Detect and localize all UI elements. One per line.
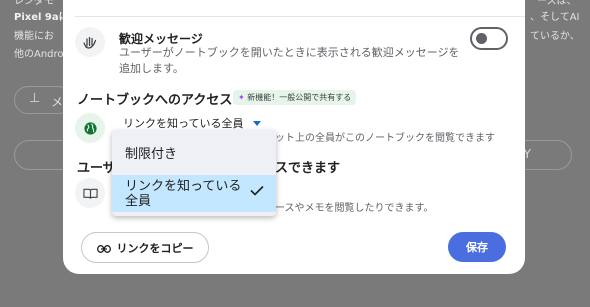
copy-link-label: リンクをコピー [116,241,194,255]
users-heading-rest: スできます [275,161,341,176]
bg-text: 他のAndro [14,49,64,60]
divider [75,16,525,17]
option-restricted[interactable]: 制限付き [112,138,276,172]
option-label: リンクを知っている全員 [125,179,242,209]
check-icon [250,185,264,200]
copy-link-button[interactable]: リンクをコピー [81,232,209,263]
globe-icon [75,113,105,143]
access-description: ット上の全員がこのノートブックを閲覧できます [275,133,495,144]
toggle-knob [476,33,487,44]
bg-text: Pixel 9aに [14,12,69,23]
users-heading: ユーザ [77,161,116,176]
welcome-description: ユーザーがノートブックを開いたときに表示される歓迎メッセージを追加します。 [119,46,460,75]
bg-text: 、そしてAI [530,12,580,23]
save-button[interactable]: 保存 [448,232,506,262]
bg-text: ースは、 [537,0,577,7]
caret-down-icon [253,120,262,126]
book-icon [75,178,105,208]
bg-text: レンダモ [14,0,54,7]
pin-icon: ⊥ [29,91,41,106]
sparkle-icon: ✦ [238,93,245,102]
users-description: ースやメモを閲覧したりできます。 [275,203,434,214]
option-anyone-with-link[interactable]: リンクを知っている全員 [112,175,276,212]
hand-wave-icon [75,27,105,57]
access-level-label: リンクを知っている全員 [123,117,244,130]
new-feature-badge: ✦ 新機能！一般公開で共有する [233,90,357,105]
access-dropdown-menu: 制限付き リンクを知っている全員 [112,130,276,216]
link-icon [96,238,111,257]
welcome-toggle[interactable] [470,27,508,50]
bg-text: ているか、 [530,31,580,42]
bg-text: 機能にお [14,31,54,42]
access-heading: ノートブックへのアクセス [77,93,233,108]
